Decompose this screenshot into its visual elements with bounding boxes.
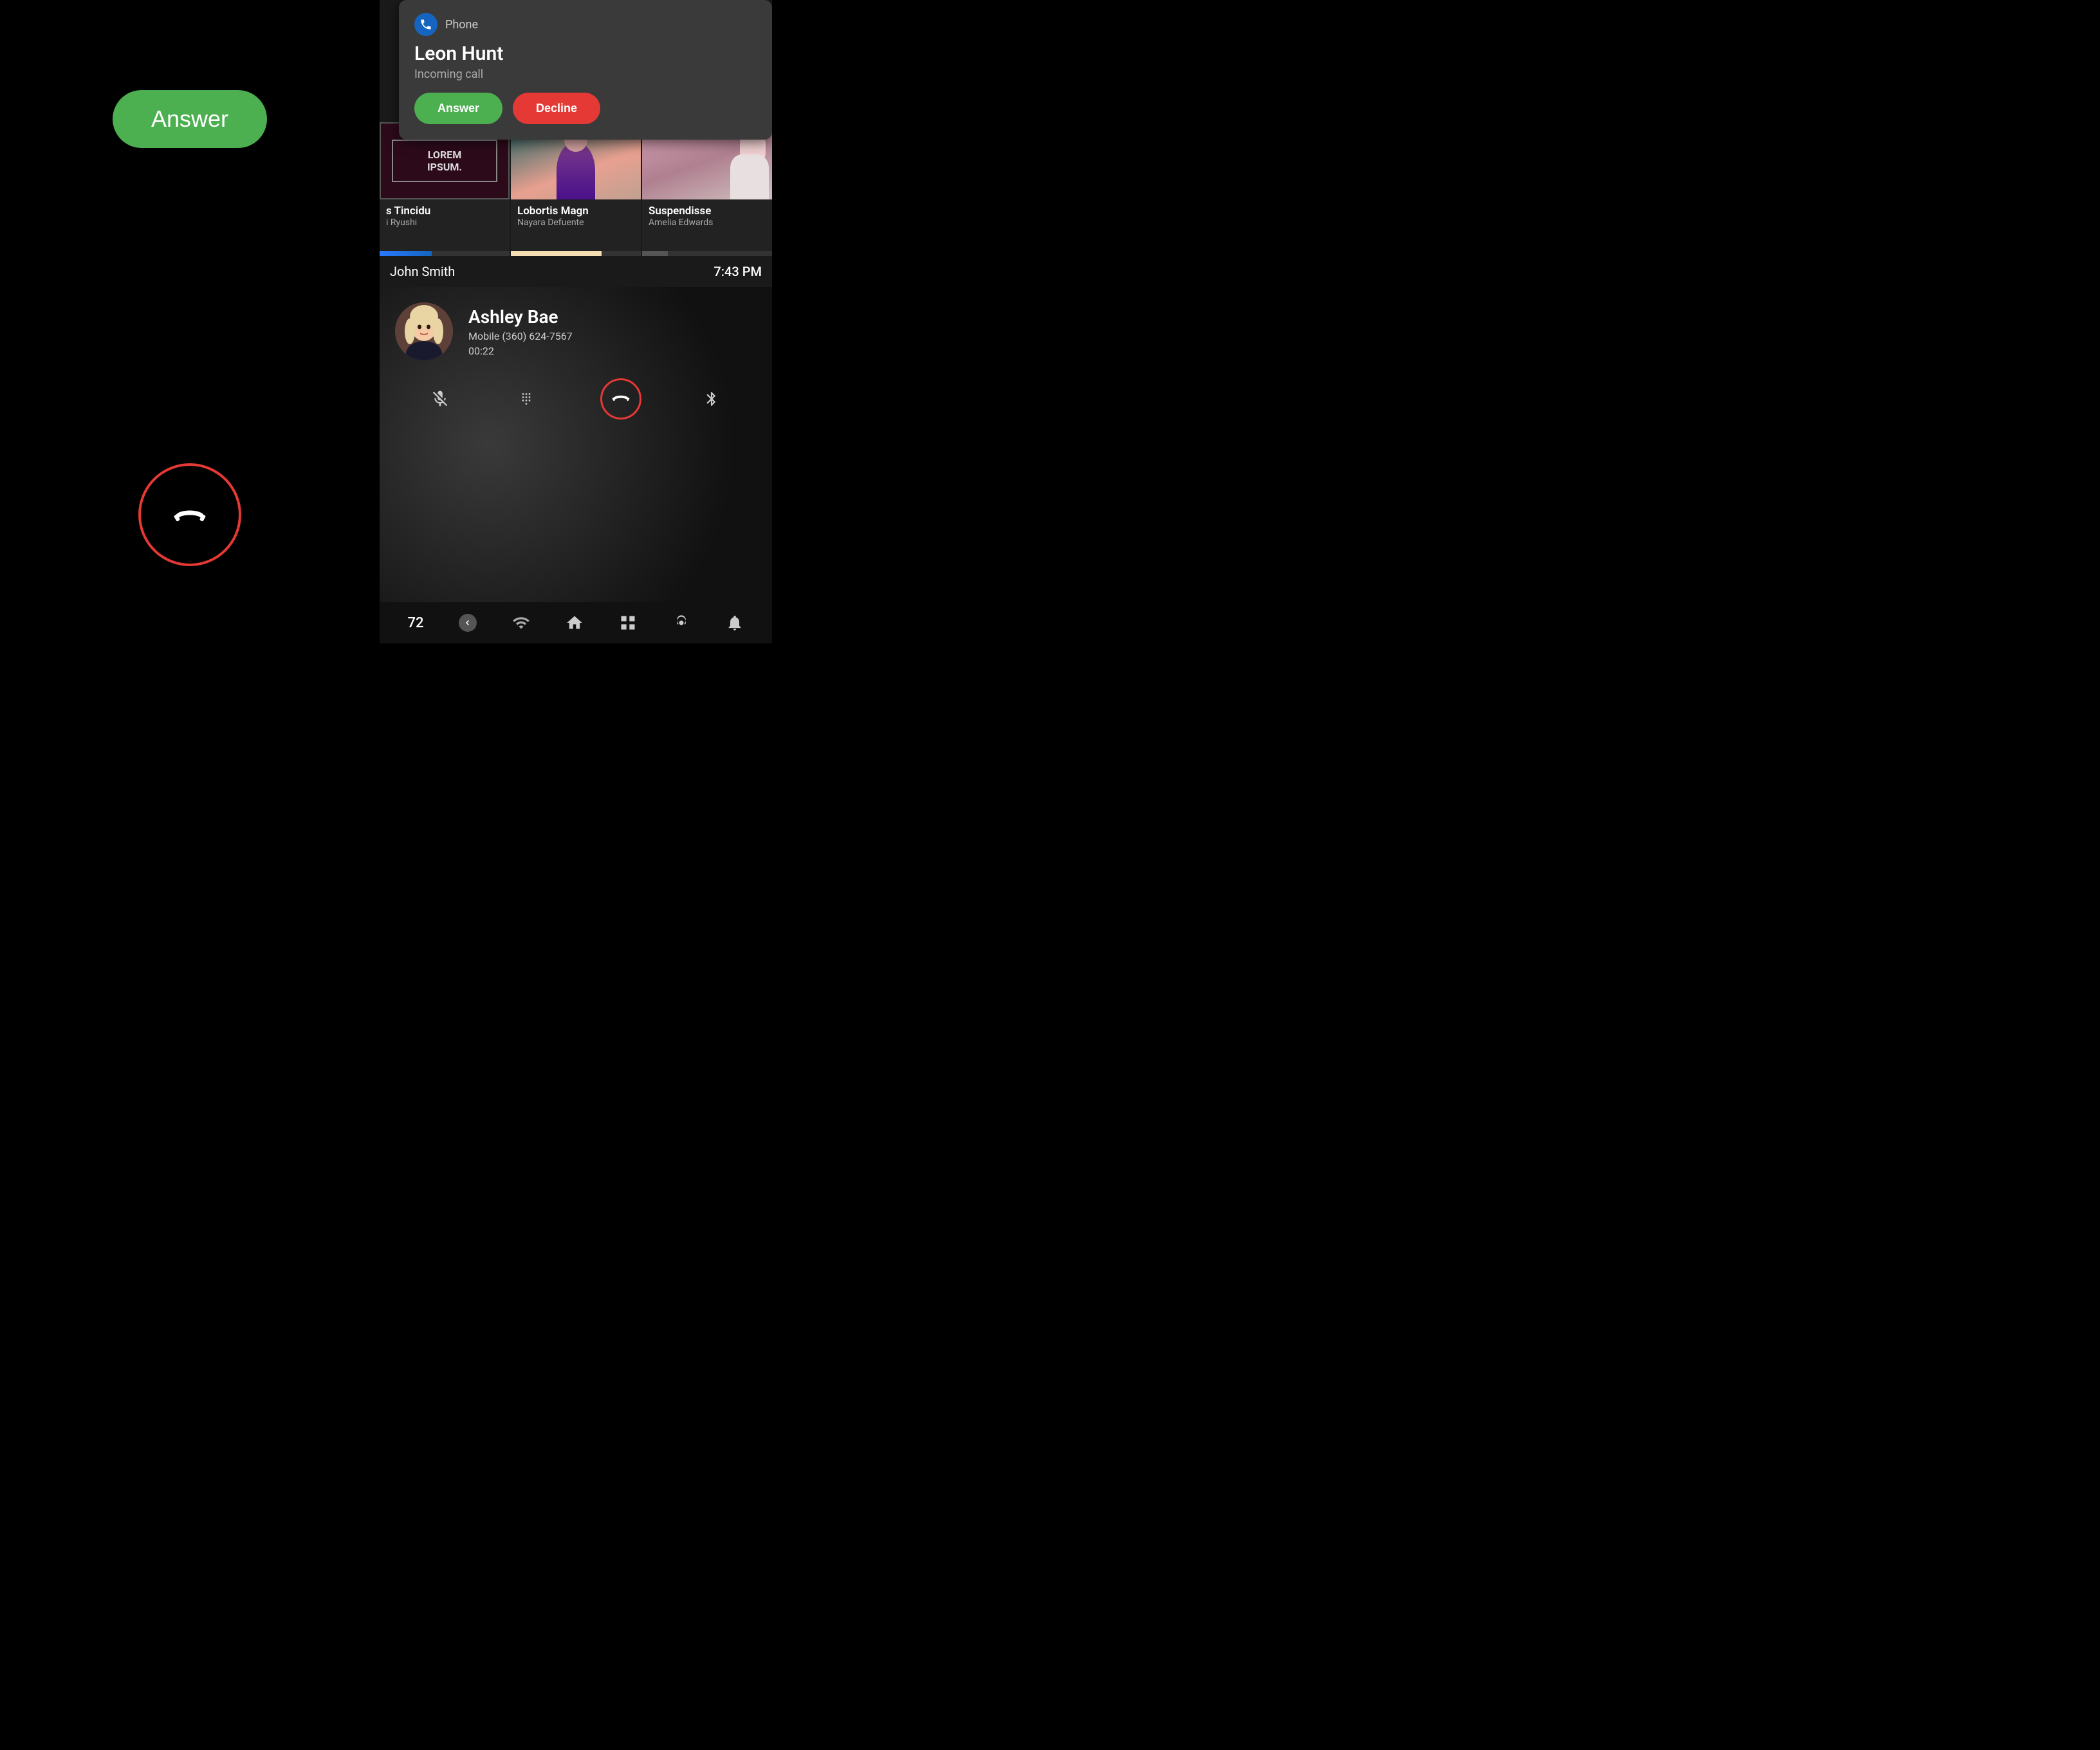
bottom-bar: 72 <box>380 602 772 643</box>
john-smith-name: John Smith <box>390 264 455 279</box>
progress-bar-1 <box>380 251 510 256</box>
right-panel: Phone Leon Hunt Incoming call Answer Dec… <box>380 0 772 643</box>
card-3-subtitle: Amelia Edwards <box>649 217 766 228</box>
bottom-home-button[interactable] <box>566 614 584 632</box>
caller-number: Mobile (360) 624-7567 <box>468 330 573 342</box>
incoming-call-notification: Phone Leon Hunt Incoming call Answer Dec… <box>399 0 772 140</box>
progress-bars <box>380 251 772 256</box>
active-call-panel: Ashley Bae Mobile (360) 624-7567 00:22 <box>380 287 772 602</box>
john-smith-time: 7:43 PM <box>714 264 762 279</box>
caller-details: Ashley Bae Mobile (360) 624-7567 00:22 <box>468 306 573 357</box>
john-smith-row: John Smith 7:43 PM <box>380 256 772 287</box>
progress-bar-3 <box>642 251 772 256</box>
call-controls <box>380 368 772 430</box>
notification-app-name: Phone <box>445 18 478 32</box>
card-1-title: s Tincidu <box>386 205 503 217</box>
bottom-arrow-button[interactable] <box>459 614 477 632</box>
bottom-signal-icon <box>512 614 530 632</box>
end-call-button[interactable] <box>138 463 241 566</box>
call-content: Ashley Bae Mobile (360) 624-7567 00:22 <box>380 287 772 602</box>
progress-bar-2 <box>511 251 641 256</box>
notification-header: Phone <box>414 13 757 36</box>
bluetooth-button[interactable] <box>692 380 731 418</box>
caller-avatar <box>395 302 453 360</box>
incoming-caller-name: Leon Hunt <box>414 42 757 65</box>
notification-actions: Answer Decline <box>414 93 757 124</box>
notification-answer-button[interactable]: Answer <box>414 93 502 124</box>
card-3[interactable]: Suspendisse Amelia Edwards <box>642 122 772 251</box>
phone-app-icon <box>414 13 438 36</box>
answer-button[interactable]: Answer <box>113 90 267 148</box>
card-2-subtitle: Nayara Defuente <box>517 217 634 228</box>
card-3-info: Suspendisse Amelia Edwards <box>642 199 772 251</box>
card-2-info: Lobortis Magn Nayara Defuente <box>511 199 641 251</box>
bottom-grid-button[interactable] <box>619 614 637 632</box>
end-call-control[interactable] <box>600 378 641 419</box>
card-1[interactable]: LOREMIPSUM. s Tincidu i Ryushi <box>380 122 510 251</box>
incoming-call-status: Incoming call <box>414 68 757 81</box>
left-panel: Answer <box>0 0 380 643</box>
bottom-fan-button[interactable] <box>672 614 690 632</box>
temperature-display: 72 <box>407 615 423 631</box>
card-1-subtitle: i Ryushi <box>386 217 503 228</box>
mute-button[interactable] <box>421 380 459 418</box>
bottom-bell-button[interactable] <box>726 614 744 632</box>
card-2[interactable]: Lobortis Magn Nayara Defuente <box>511 122 641 251</box>
keypad-button[interactable] <box>510 380 549 418</box>
caller-name: Ashley Bae <box>468 306 573 327</box>
temperature-value: 72 <box>407 615 423 631</box>
card-1-info: s Tincidu i Ryushi <box>380 199 510 251</box>
content-area: LOREMIPSUM. s Tincidu i Ryushi Lobortis … <box>380 122 772 602</box>
card-3-title: Suspendisse <box>649 205 766 217</box>
card-2-title: Lobortis Magn <box>517 205 634 217</box>
notification-decline-button[interactable]: Decline <box>513 93 600 124</box>
caller-info: Ashley Bae Mobile (360) 624-7567 00:22 <box>380 287 772 368</box>
caller-duration: 00:22 <box>468 345 573 357</box>
cards-row: LOREMIPSUM. s Tincidu i Ryushi Lobortis … <box>380 122 772 251</box>
end-call-icon <box>172 498 207 531</box>
